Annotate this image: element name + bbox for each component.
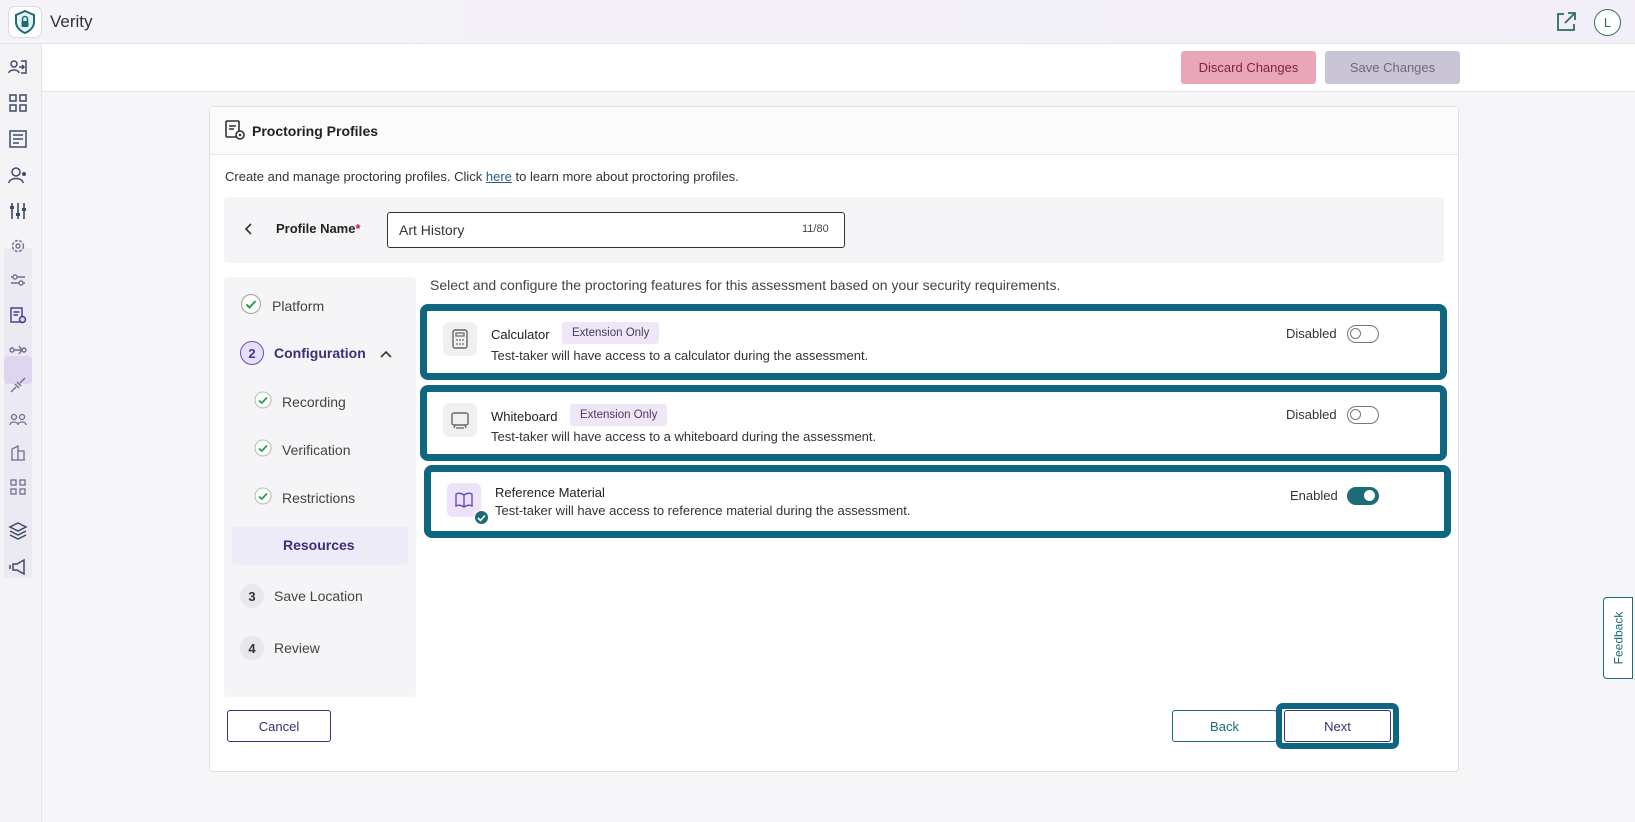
step-verification[interactable]: Verification xyxy=(254,439,350,460)
top-bar: Verity L xyxy=(0,0,1635,44)
intro-text: Create and manage proctoring profiles. C… xyxy=(225,169,739,184)
feature-whiteboard: Whiteboard Extension Only Test-taker wil… xyxy=(420,385,1447,461)
profile-name-bar: Profile Name* 11/80 xyxy=(224,197,1444,263)
card-header: Proctoring Profiles xyxy=(210,107,1458,155)
character-count: 11/80 xyxy=(802,223,829,235)
feedback-tab[interactable]: Feedback xyxy=(1603,597,1633,679)
card-title: Proctoring Profiles xyxy=(252,123,379,139)
feature-reference-material: Reference Material Test-taker will have … xyxy=(424,465,1451,538)
chevron-left-icon[interactable] xyxy=(242,221,256,237)
check-circle-icon xyxy=(254,391,272,412)
feature-calculator: Calculator Extension Only Test-taker wil… xyxy=(420,304,1447,380)
step-sidebar: Platform 2 Configuration Recording Verif… xyxy=(224,277,416,697)
whiteboard-toggle[interactable] xyxy=(1347,406,1379,424)
extension-only-badge: Extension Only xyxy=(562,322,660,344)
next-button-highlight: Next xyxy=(1276,703,1399,749)
assessments-icon[interactable] xyxy=(7,128,29,150)
building-icon[interactable] xyxy=(7,442,29,464)
profile-document-icon xyxy=(224,119,246,146)
toggle-status-label: Disabled xyxy=(1286,407,1337,422)
calculator-icon xyxy=(443,322,477,356)
feature-title: Calculator xyxy=(491,327,550,342)
adjust-icon[interactable] xyxy=(7,269,29,291)
step-platform[interactable]: Platform xyxy=(240,293,324,318)
dashboard-icon[interactable] xyxy=(7,92,29,114)
app-logo-icon[interactable] xyxy=(8,6,42,38)
settings-icon[interactable] xyxy=(7,235,29,257)
step-configuration[interactable]: 2 Configuration xyxy=(240,341,392,365)
layers-icon[interactable] xyxy=(7,520,29,542)
feature-title: Reference Material xyxy=(495,485,605,500)
features-description: Select and configure the proctoring feat… xyxy=(430,277,1061,293)
check-badge-icon xyxy=(474,510,489,525)
feature-description: Test-taker will have access to a calcula… xyxy=(491,348,869,363)
step-recording[interactable]: Recording xyxy=(254,391,346,412)
apps-icon[interactable] xyxy=(7,476,29,498)
discard-changes-button[interactable]: Discard Changes xyxy=(1181,51,1316,84)
profile-name-label: Profile Name* xyxy=(276,221,361,236)
check-circle-icon xyxy=(254,487,272,508)
profile-name-input[interactable] xyxy=(387,212,845,248)
open-external-icon[interactable] xyxy=(1554,10,1578,34)
step-resources[interactable]: Resources xyxy=(283,537,355,553)
proctoring-profile-icon[interactable] xyxy=(7,304,29,326)
proctoring-profiles-card: Proctoring Profiles Create and manage pr… xyxy=(209,106,1459,772)
nav-rail xyxy=(0,44,42,822)
step-save-location[interactable]: 3 Save Location xyxy=(240,584,363,608)
user-switch-icon[interactable] xyxy=(7,56,29,78)
chevron-up-icon[interactable] xyxy=(380,345,392,361)
team-icon[interactable] xyxy=(7,408,29,430)
whiteboard-icon xyxy=(443,403,477,437)
step-review[interactable]: 4 Review xyxy=(240,636,320,660)
integration-icon[interactable] xyxy=(7,374,29,396)
check-circle-icon xyxy=(240,293,262,318)
save-changes-button[interactable]: Save Changes xyxy=(1325,51,1460,84)
step-restrictions[interactable]: Restrictions xyxy=(254,487,355,508)
user-search-icon[interactable] xyxy=(7,164,29,186)
learn-more-link[interactable]: here xyxy=(486,169,512,184)
next-button[interactable]: Next xyxy=(1284,710,1391,742)
workflow-icon[interactable] xyxy=(7,339,29,361)
cancel-button[interactable]: Cancel xyxy=(227,710,331,742)
feature-description: Test-taker will have access to a whitebo… xyxy=(491,429,877,444)
sliders-icon[interactable] xyxy=(7,200,29,222)
reference-material-toggle[interactable] xyxy=(1347,487,1379,505)
extension-only-badge: Extension Only xyxy=(570,404,668,426)
feature-description: Test-taker will have access to reference… xyxy=(495,503,911,518)
feature-title: Whiteboard xyxy=(491,409,558,424)
toggle-status-label: Disabled xyxy=(1286,326,1337,341)
app-title: Verity xyxy=(50,12,93,31)
avatar[interactable]: L xyxy=(1594,9,1621,36)
toggle-status-label: Enabled xyxy=(1290,488,1338,503)
calculator-toggle[interactable] xyxy=(1347,325,1379,343)
announcement-icon[interactable] xyxy=(7,556,29,578)
back-button[interactable]: Back xyxy=(1172,710,1277,742)
book-icon xyxy=(447,483,489,525)
check-circle-icon xyxy=(254,439,272,460)
